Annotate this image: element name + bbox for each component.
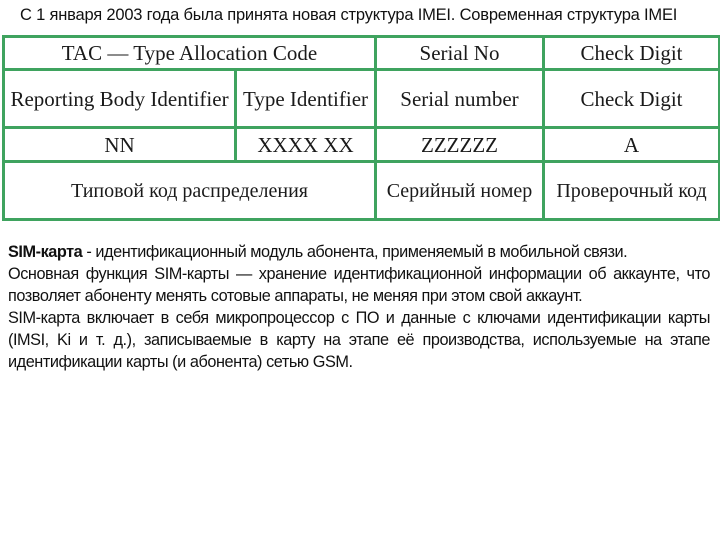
cell-serial-header: Serial No [374,35,545,71]
cell-tac-russian: Типовой код распределения [2,160,377,221]
sim-term: SIM-карта [8,243,83,261]
intro-text: С 1 января 2003 года была принята новая … [20,6,678,24]
cell-format-check: A [542,126,720,163]
cell-reporting-body: Reporting Body Identifier [2,68,237,129]
body-text: SIM-карта - идентификационный модуль або… [8,241,710,373]
cell-check-digit: Check Digit [542,68,720,129]
cell-tac-header: TAC — Type Allocation Code [2,35,377,71]
cell-format-reporting-body: NN [2,126,237,163]
cell-check-header: Check Digit [542,35,720,71]
cell-serial-number: Serial number [374,68,545,129]
table-row-format: NN XXXX XX ZZZZZZ A [2,126,720,163]
table-row-subheader: Reporting Body Identifier Type Identifie… [2,68,720,129]
sim-definition-text: - идентификационный модуль абонента, при… [82,243,628,261]
paragraph-sim-function: Основная функция SIM-карты — хранение ид… [8,265,710,305]
cell-format-serial: ZZZZZZ [374,126,545,163]
cell-serial-russian: Серийный номер [374,160,545,221]
cell-type-identifier: Type Identifier [234,68,377,129]
table-row-russian: Типовой код распределения Серийный номер… [2,160,720,221]
paragraph-sim-definition: SIM-карта - идентификационный модуль або… [8,241,710,263]
table-row-header: TAC — Type Allocation Code Serial No Che… [2,35,720,71]
imei-structure-table: TAC — Type Allocation Code Serial No Che… [2,35,720,221]
paragraph-sim-contents: SIM-карта включает в себя микропроцессор… [8,309,710,371]
cell-check-russian: Проверочный код [542,160,720,221]
cell-format-type-identifier: XXXX XX [234,126,377,163]
